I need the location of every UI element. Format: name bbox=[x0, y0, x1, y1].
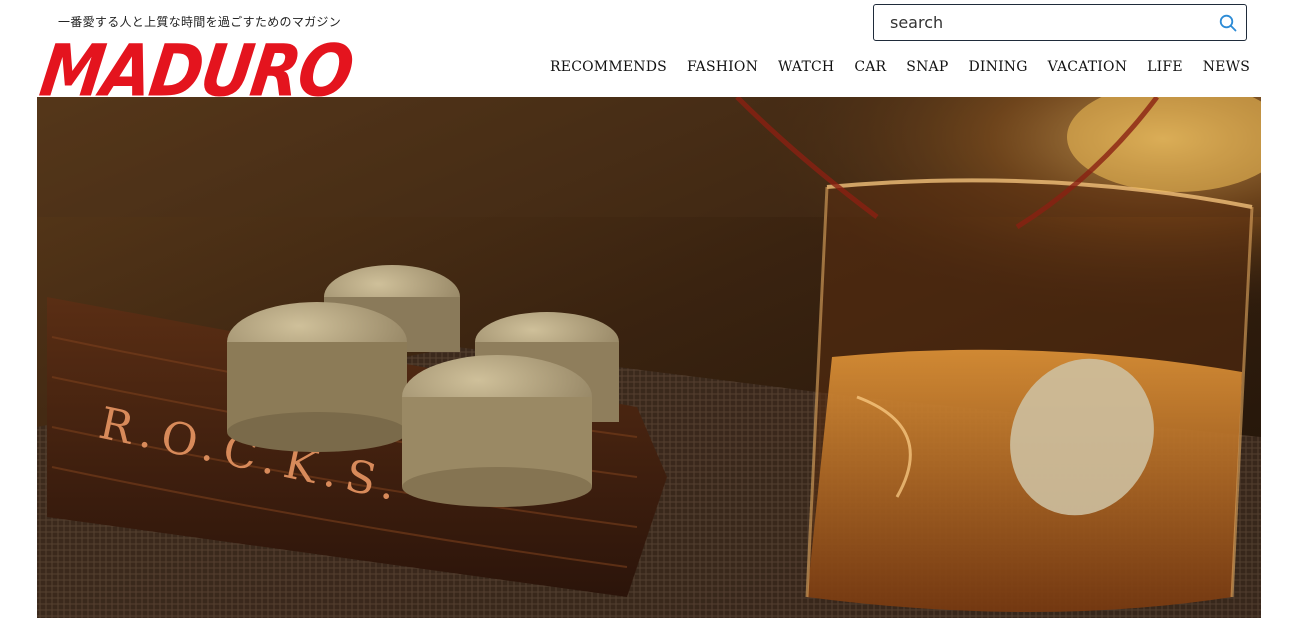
nav-item-vacation[interactable]: VACATION bbox=[1048, 59, 1128, 75]
hero-image[interactable]: R.O.C.K.S. bbox=[37, 97, 1261, 618]
search-icon[interactable] bbox=[1219, 14, 1237, 32]
nav-item-watch[interactable]: WATCH bbox=[778, 59, 834, 75]
nav-item-recommends[interactable]: RECOMMENDS bbox=[550, 59, 667, 75]
nav-item-life[interactable]: LIFE bbox=[1147, 59, 1183, 75]
whisky-stones-photo: R.O.C.K.S. bbox=[37, 97, 1261, 618]
main-nav: RECOMMENDS FASHION WATCH CAR SNAP DINING… bbox=[550, 59, 1250, 75]
search-input[interactable] bbox=[874, 5, 1220, 40]
nav-item-dining[interactable]: DINING bbox=[968, 59, 1027, 75]
nav-item-car[interactable]: CAR bbox=[854, 59, 886, 75]
nav-item-snap[interactable]: SNAP bbox=[906, 59, 948, 75]
nav-item-news[interactable]: NEWS bbox=[1203, 59, 1250, 75]
site-tagline: 一番愛する人と上質な時間を過ごすためのマガジン bbox=[58, 15, 342, 29]
nav-item-fashion[interactable]: FASHION bbox=[687, 59, 758, 75]
search-box bbox=[873, 4, 1247, 41]
